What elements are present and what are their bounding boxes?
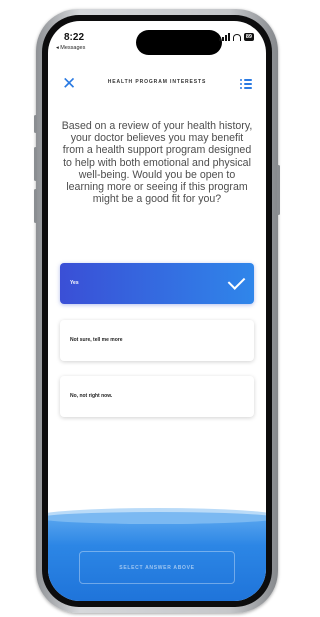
answer-option-label: Not sure, tell me more (70, 337, 123, 343)
battery-icon: 89 (243, 33, 254, 41)
page-title: HEALTH PROGRAM INTERESTS (107, 79, 207, 85)
question-text: Based on a review of your health history… (61, 120, 253, 206)
select-answer-button[interactable]: SELECT ANSWER ABOVE (79, 551, 235, 584)
wifi-icon (232, 33, 241, 41)
answer-option-not-sure[interactable]: Not sure, tell me more (60, 320, 254, 361)
header-bar: ✕ HEALTH PROGRAM INTERESTS (48, 73, 266, 97)
app-screen: 8:22 ◂ Messages 89 ✕ HEALTH PROGRAM INTE… (48, 21, 266, 601)
answer-option-no[interactable]: No, not right now. (60, 376, 254, 417)
signal-icon (218, 33, 230, 41)
checkmark-icon (227, 272, 246, 290)
status-icons: 89 (218, 33, 254, 41)
side-button (277, 165, 280, 215)
back-to-messages-link[interactable]: ◂ Messages (56, 45, 85, 51)
answer-option-yes[interactable]: Yes (60, 263, 254, 304)
answer-option-label: Yes (70, 280, 79, 286)
side-button (34, 115, 37, 133)
list-icon[interactable] (240, 79, 252, 89)
footer-wave (48, 512, 266, 524)
side-button (34, 147, 37, 181)
dynamic-island (136, 30, 222, 55)
status-time: 8:22 (64, 32, 85, 43)
side-button (34, 189, 37, 223)
answer-option-label: No, not right now. (70, 393, 113, 399)
